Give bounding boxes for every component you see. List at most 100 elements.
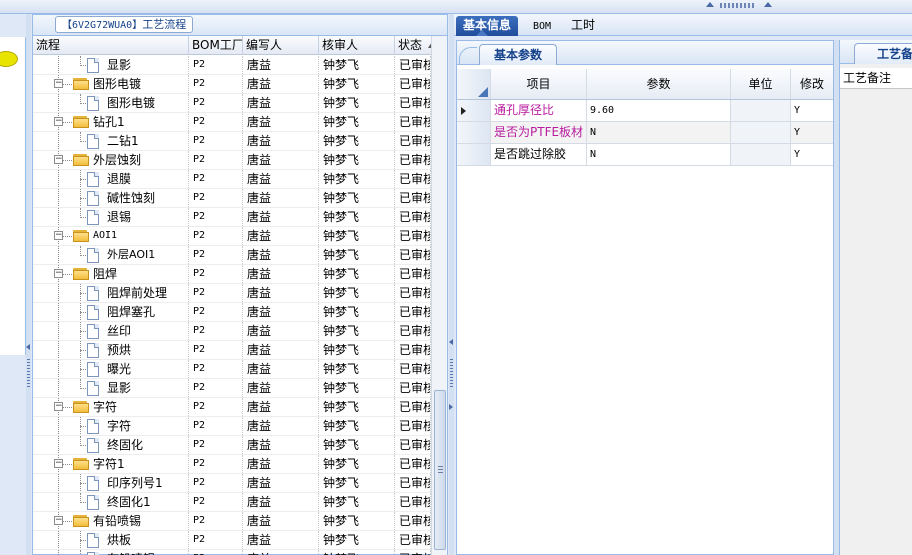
tree-row[interactable]: − 有铅喷锡 P2唐益钟梦飞已审核 — [33, 512, 431, 531]
tree-node[interactable]: 有铅喷锡 — [33, 550, 189, 555]
middle-splitter[interactable] — [449, 14, 454, 555]
param-value-cell[interactable]: N — [587, 144, 731, 165]
expand-minus-icon[interactable]: − — [54, 79, 63, 88]
column-header-modified[interactable]: 修改 — [791, 69, 833, 99]
expand-minus-icon[interactable]: − — [54, 117, 63, 126]
expand-minus-icon[interactable]: − — [54, 459, 63, 468]
tree-row[interactable]: 印序列号1 P2唐益钟梦飞已审核 — [33, 474, 431, 493]
tree-node[interactable]: 阻焊塞孔 — [33, 303, 189, 321]
tree-node[interactable]: 二钻1 — [33, 132, 189, 150]
tree-row[interactable]: − 阻焊 P2唐益钟梦飞已审核 — [33, 265, 431, 284]
tree-panel-title[interactable]: 【6V2G72WUA0】工艺流程 — [55, 16, 194, 33]
scrollbar-thumb[interactable] — [434, 390, 446, 550]
expand-minus-icon[interactable]: − — [54, 516, 63, 525]
expand-minus-icon[interactable]: − — [54, 269, 63, 278]
status-indicator[interactable] — [0, 51, 18, 67]
tree-node[interactable]: 印序列号1 — [33, 474, 189, 492]
tree-row[interactable]: 碱性蚀刻 P2唐益钟梦飞已审核 — [33, 189, 431, 208]
tree-node[interactable]: 终固化 — [33, 436, 189, 454]
left-splitter[interactable] — [26, 14, 31, 555]
tree-node[interactable]: 退锡 — [33, 208, 189, 226]
tree-row[interactable]: 阻焊塞孔 P2唐益钟梦飞已审核 — [33, 303, 431, 322]
tree-node[interactable]: 退膜 — [33, 170, 189, 188]
row-selector-header[interactable] — [457, 69, 491, 99]
param-value-cell[interactable]: 9.60 — [587, 100, 731, 121]
tree-node[interactable]: 预烘 — [33, 341, 189, 359]
tree-row[interactable]: − 图形电镀 P2唐益钟梦飞已审核 — [33, 75, 431, 94]
tree-node[interactable]: 字符 — [33, 417, 189, 435]
param-row[interactable]: 是否跳过除胶 N Y — [457, 144, 833, 166]
tree-row[interactable]: 字符 P2唐益钟梦飞已审核 — [33, 417, 431, 436]
tree-row[interactable]: 丝印 P2唐益钟梦飞已审核 — [33, 322, 431, 341]
param-row[interactable]: 是否为PTFE板材 N Y — [457, 122, 833, 144]
collapse-right-icon[interactable] — [449, 404, 453, 410]
splitter-grip[interactable] — [450, 359, 453, 387]
tree-node[interactable]: 碱性蚀刻 — [33, 189, 189, 207]
tree-row[interactable]: 退膜 P2唐益钟梦飞已审核 — [33, 170, 431, 189]
collapse-left-icon[interactable] — [449, 339, 453, 345]
tree-row[interactable]: − 字符1 P2唐益钟梦飞已审核 — [33, 455, 431, 474]
tree-node[interactable]: 显影 — [33, 379, 189, 397]
tree-row[interactable]: 图形电镀 P2唐益钟梦飞已审核 — [33, 94, 431, 113]
tree-row[interactable]: 阻焊前处理 P2唐益钟梦飞已审核 — [33, 284, 431, 303]
tree-node[interactable]: 外层AOI1 — [33, 246, 189, 264]
tab-bom[interactable]: BOM — [526, 16, 558, 36]
tree-node[interactable]: − 钻孔1 — [33, 113, 189, 131]
column-header-process[interactable]: 流程 — [33, 36, 189, 55]
tree-row[interactable]: 终固化1 P2唐益钟梦飞已审核 — [33, 493, 431, 512]
collapse-left-icon[interactable] — [26, 344, 30, 350]
tree-row[interactable]: 曝光 P2唐益钟梦飞已审核 — [33, 360, 431, 379]
tree-row[interactable]: 外层AOI1 P2唐益钟梦飞已审核 — [33, 246, 431, 265]
tree-node[interactable]: 丝印 — [33, 322, 189, 340]
tree-node[interactable]: 图形电镀 — [33, 94, 189, 112]
column-header-bom[interactable]: BOM工厂 — [189, 36, 243, 55]
tree-row[interactable]: − 外层蚀刻 P2唐益钟梦飞已审核 — [33, 151, 431, 170]
tree-node[interactable]: 显影 — [33, 56, 189, 74]
tree-row[interactable]: 显影 P2唐益钟梦飞已审核 — [33, 56, 431, 75]
tree-row[interactable]: 退锡 P2唐益钟梦飞已审核 — [33, 208, 431, 227]
tree-node[interactable]: − 外层蚀刻 — [33, 151, 189, 169]
tree-node[interactable]: − 字符1 — [33, 455, 189, 473]
column-header-value[interactable]: 参数 — [587, 69, 731, 99]
tree-node[interactable]: − 图形电镀 — [33, 75, 189, 93]
select-all-icon[interactable] — [478, 87, 488, 97]
tree-node[interactable]: 曝光 — [33, 360, 189, 378]
tree-row[interactable]: − 钻孔1 P2唐益钟梦飞已审核 — [33, 113, 431, 132]
tab-work-hours[interactable]: 工时 — [564, 16, 602, 36]
expand-minus-icon[interactable]: − — [54, 155, 63, 164]
tree-row[interactable]: − AOI1 P2唐益钟梦飞已审核 — [33, 227, 431, 246]
splitter-grip[interactable] — [27, 359, 30, 387]
param-value-cell[interactable]: N — [587, 122, 731, 143]
collapse-up-icon[interactable] — [706, 2, 714, 7]
row-selector[interactable] — [457, 144, 491, 165]
tree-row[interactable]: 预烘 P2唐益钟梦飞已审核 — [33, 341, 431, 360]
expand-minus-icon[interactable]: − — [54, 402, 63, 411]
notes-title[interactable]: 工艺备注 — [854, 43, 912, 64]
tree-row[interactable]: − 字符 P2唐益钟梦飞已审核 — [33, 398, 431, 417]
param-unit-cell[interactable] — [731, 144, 791, 165]
resize-grip[interactable] — [720, 3, 756, 8]
tree-vertical-scrollbar[interactable] — [431, 36, 447, 555]
row-selector[interactable] — [457, 100, 491, 121]
param-unit-cell[interactable] — [731, 122, 791, 143]
param-row[interactable]: 通孔厚径比 9.60 Y — [457, 100, 833, 122]
param-unit-cell[interactable] — [731, 100, 791, 121]
basic-params-title[interactable]: 基本参数 — [479, 44, 558, 65]
column-header-item[interactable]: 项目 — [491, 69, 587, 99]
tree-node[interactable]: 阻焊前处理 — [33, 284, 189, 302]
tree-row[interactable]: 显影 P2唐益钟梦飞已审核 — [33, 379, 431, 398]
row-selector[interactable] — [457, 122, 491, 143]
tree-row[interactable]: 二钻1 P2唐益钟梦飞已审核 — [33, 132, 431, 151]
tree-node[interactable]: − 阻焊 — [33, 265, 189, 283]
column-header-writer[interactable]: 编写人 — [243, 36, 319, 55]
tree-node[interactable]: − 字符 — [33, 398, 189, 416]
tree-node[interactable]: − 有铅喷锡 — [33, 512, 189, 530]
column-header-unit[interactable]: 单位 — [731, 69, 791, 99]
collapse-up-icon[interactable] — [764, 2, 772, 7]
tree-node[interactable]: 烘板 — [33, 531, 189, 549]
tree-node[interactable]: − AOI1 — [33, 227, 189, 245]
tree-row[interactable]: 终固化 P2唐益钟梦飞已审核 — [33, 436, 431, 455]
tree-row[interactable]: 有铅喷锡 P2唐益钟梦飞已审核 — [33, 550, 431, 555]
notes-field-label[interactable]: 工艺备注 — [840, 68, 912, 89]
tree-row[interactable]: 烘板 P2唐益钟梦飞已审核 — [33, 531, 431, 550]
